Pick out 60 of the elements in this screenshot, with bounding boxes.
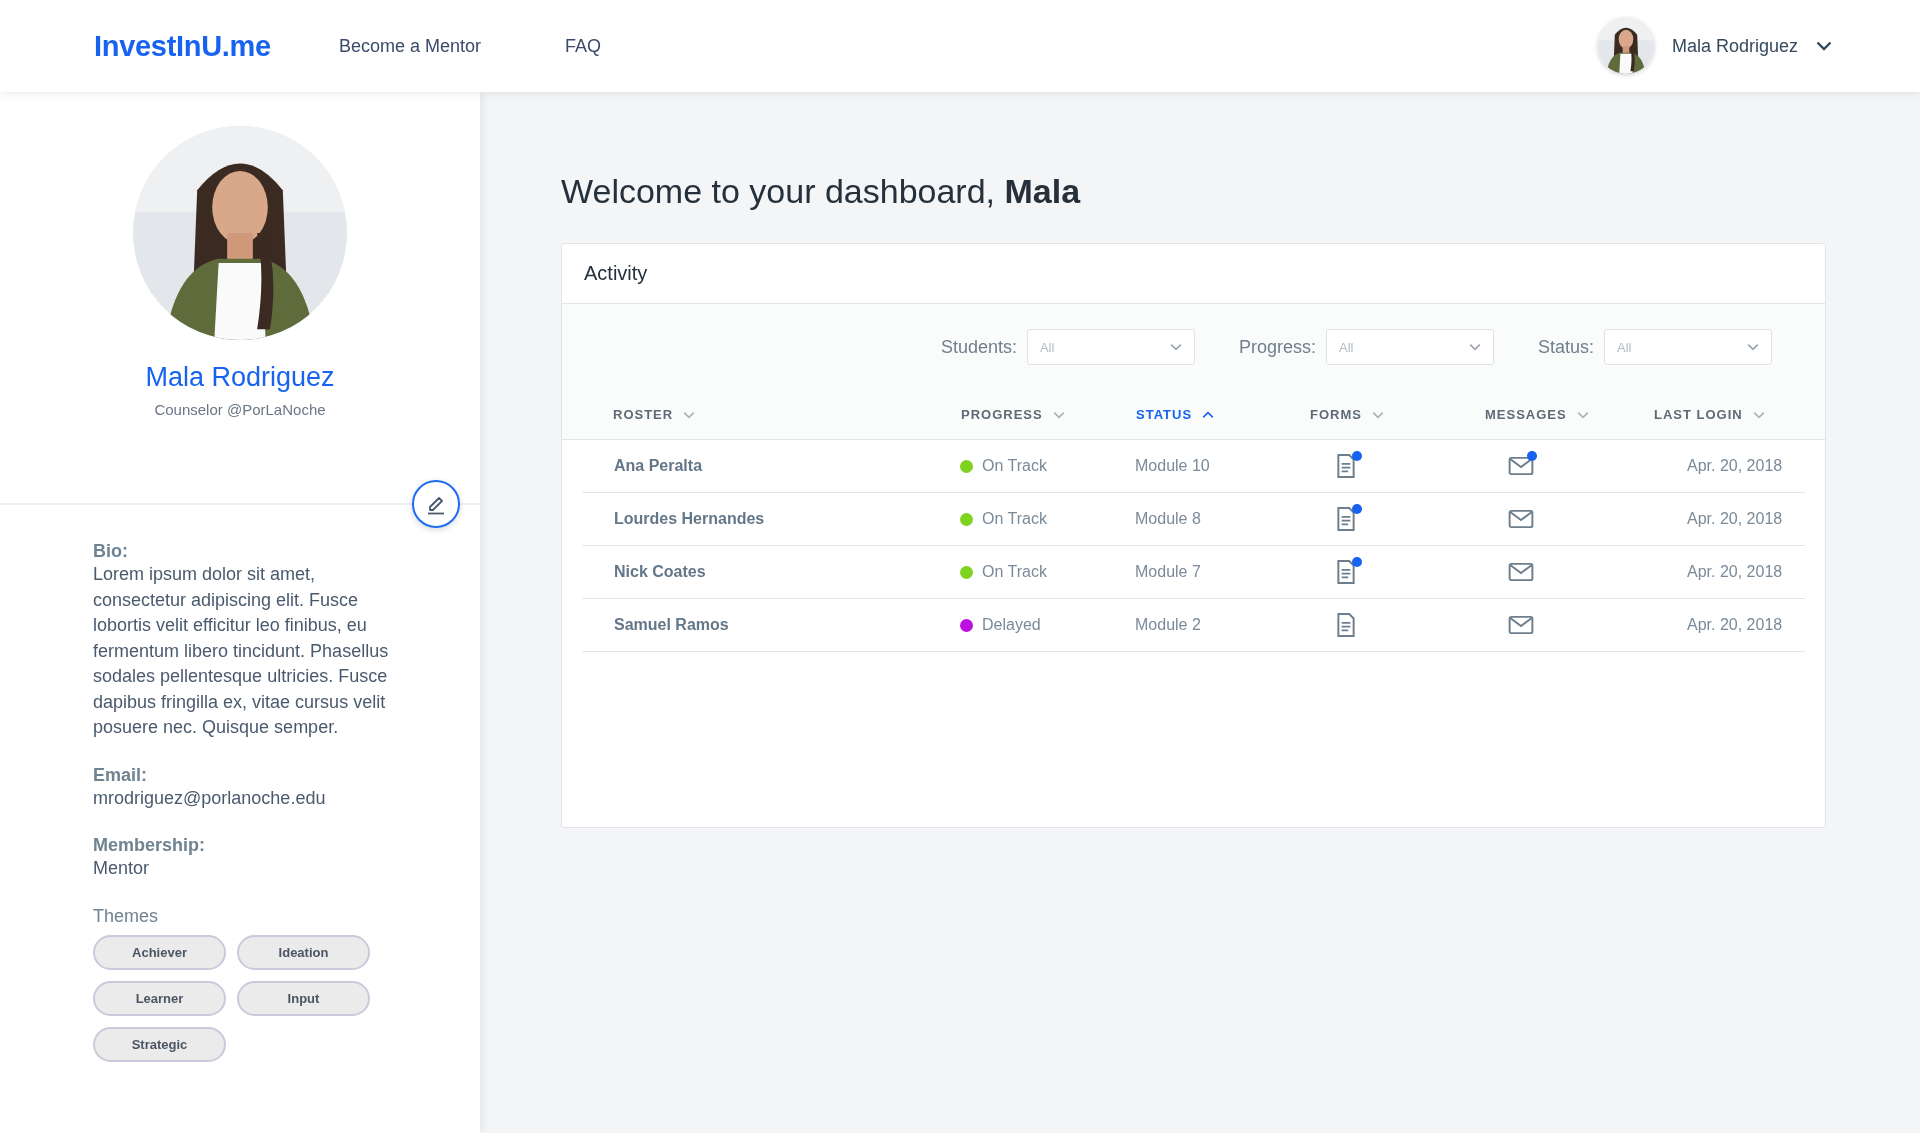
progress-text: On Track: [982, 563, 1047, 581]
themes-label: Themes: [93, 905, 160, 927]
theme-tag[interactable]: Learner: [93, 980, 226, 1016]
theme-tag[interactable]: Input: [237, 980, 370, 1016]
field-value: Lorem ipsum dolor sit amet, consectetur adipiscing elit. Fusce lobortis velit efficitur leo finibus, eu fermentum libero tincidunt. Phasellus sodales pellentesque ultricies. Fusce dapibus fringilla ex, vitae cursus velit posuere nec. Quisque semper.: [93, 563, 390, 739]
column-header[interactable]: MESSAGES: [1485, 407, 1654, 422]
caret-icon: [1371, 410, 1384, 419]
caret-icon: [1576, 410, 1589, 419]
field-label: Membership:: [93, 835, 207, 856]
nav-link[interactable]: FAQ: [565, 35, 601, 57]
user-name[interactable]: Mala Rodriguez: [1671, 35, 1798, 57]
filter-label: Students:: [940, 336, 1017, 358]
envelope-icon[interactable]: [1508, 613, 1534, 637]
theme-tag[interactable]: Ideation: [237, 934, 370, 970]
profile-subtitle: Counselor @PorLaNoche: [154, 401, 326, 418]
student-name[interactable]: Nick Coates: [582, 563, 960, 581]
theme-tag[interactable]: Achiever: [93, 934, 226, 970]
welcome-heading: Welcome to your dashboard, Mala: [561, 172, 1082, 211]
module-text: Module 2: [1135, 616, 1202, 634]
envelope-icon[interactable]: [1508, 507, 1534, 531]
last-login-date: Apr. 20, 2018: [1686, 457, 1784, 475]
field-value: Mentor: [93, 857, 151, 880]
module-text: Module 7: [1135, 563, 1202, 581]
caret-icon: [1468, 343, 1481, 351]
module-text: Module 10: [1135, 457, 1211, 475]
student-name[interactable]: Ana Peralta: [582, 457, 960, 475]
caret-icon: [1747, 343, 1759, 351]
field-label: Email:: [93, 764, 149, 786]
field-label: Bio:: [93, 541, 129, 562]
envelope-badge-icon[interactable]: [1508, 454, 1534, 478]
caret-icon: [1202, 410, 1215, 419]
filter-label: Progress:: [1238, 336, 1316, 358]
nav-link[interactable]: Become a Mentor: [338, 35, 481, 57]
chevron-down-icon[interactable]: [1816, 41, 1832, 51]
caret-icon: [1752, 410, 1765, 419]
card-title: Activity: [584, 262, 648, 285]
field-value: mrodriguez@porlanoche.edu: [93, 786, 327, 810]
column-header[interactable]: ROSTER: [613, 407, 961, 422]
caret-icon: [683, 410, 696, 419]
theme-tag[interactable]: Strategic: [93, 1026, 226, 1062]
last-login-date: Apr. 20, 2018: [1686, 510, 1784, 528]
column-header[interactable]: FORMS: [1310, 407, 1485, 422]
logo[interactable]: InvestInU.me: [94, 29, 271, 63]
last-login-date: Apr. 20, 2018: [1686, 616, 1784, 634]
edit-button[interactable]: [412, 480, 460, 528]
student-name[interactable]: Samuel Ramos: [582, 616, 960, 634]
student-name[interactable]: Lourdes Hernandes: [582, 510, 960, 528]
progress-text: On Track: [982, 457, 1047, 475]
column-header[interactable]: STATUS: [1136, 407, 1310, 422]
caret-icon: [1169, 343, 1182, 351]
profile-name: Mala Rodriguez: [145, 362, 335, 393]
progress-text: Delayed: [982, 616, 1041, 634]
envelope-icon[interactable]: [1508, 560, 1534, 584]
column-header[interactable]: PROGRESS: [961, 407, 1136, 422]
caret-icon: [1052, 410, 1065, 419]
filter-label: Status:: [1537, 336, 1594, 358]
module-text: Module 8: [1135, 510, 1202, 528]
progress-text: On Track: [982, 510, 1047, 528]
last-login-date: Apr. 20, 2018: [1686, 563, 1784, 581]
column-header[interactable]: LAST LOGIN: [1654, 407, 1805, 422]
